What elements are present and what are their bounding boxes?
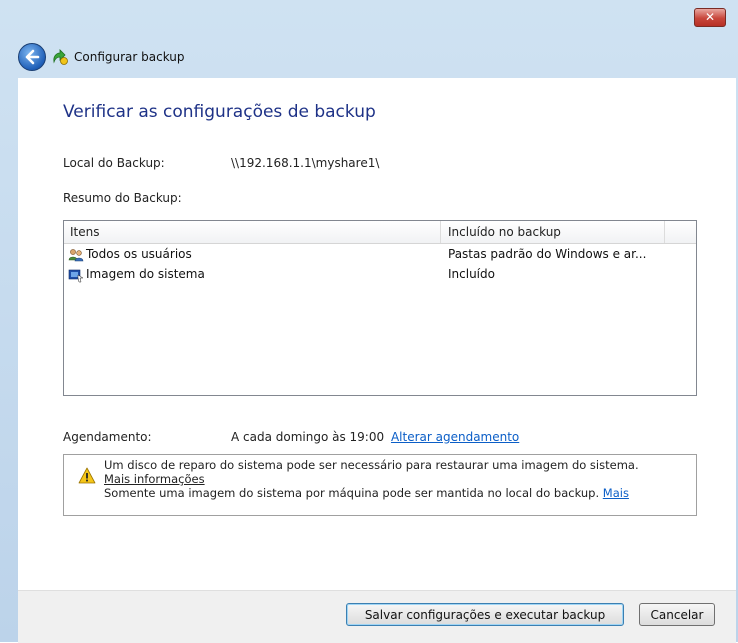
more-link[interactable]: Mais (603, 486, 629, 500)
column-divider[interactable] (664, 221, 665, 243)
backup-summary-label: Resumo do Backup: (63, 191, 182, 205)
schedule-value: A cada domingo às 19:00 Alterar agendame… (231, 430, 519, 444)
backup-summary-list[interactable]: Itens Incluído no backup Todos os usuári… (63, 220, 697, 396)
wizard-title: Configurar backup (74, 50, 185, 64)
list-header: Itens Incluído no backup (64, 221, 696, 244)
close-button[interactable]: ✕ (694, 8, 726, 27)
dialog-window: ✕ Configurar backup Verificar as configu… (0, 0, 738, 643)
column-header-included[interactable]: Incluído no backup (448, 225, 561, 239)
change-schedule-link[interactable]: Alterar agendamento (391, 430, 519, 444)
list-item[interactable]: Todos os usuários Pastas padrão do Windo… (64, 245, 696, 265)
column-header-items[interactable]: Itens (70, 225, 99, 239)
wizard-nav: Configurar backup (18, 42, 618, 72)
list-item[interactable]: Imagem do sistema Incluído (64, 265, 696, 285)
content-pane: Verificar as configurações de backup Loc… (18, 78, 736, 590)
footer-bar: Salvar configurações e executar backup C… (18, 590, 736, 643)
warning-box: Um disco de reparo do sistema pode ser n… (63, 454, 697, 516)
page-heading: Verificar as configurações de backup (63, 102, 376, 122)
item-name: Todos os usuários (86, 247, 192, 261)
item-name: Imagem do sistema (86, 267, 205, 281)
item-included: Incluído (448, 267, 495, 281)
warning-line-2-text: Somente uma imagem do sistema por máquin… (104, 486, 600, 500)
schedule-label: Agendamento: (63, 430, 152, 444)
title-bar: ✕ (0, 0, 738, 34)
back-arrow-icon (25, 49, 40, 65)
backup-location-label: Local do Backup: (63, 156, 165, 170)
warning-line-1: Um disco de reparo do sistema pode ser n… (104, 458, 639, 472)
cancel-button[interactable]: Cancelar (639, 603, 715, 626)
save-and-run-backup-button[interactable]: Salvar configurações e executar backup (346, 603, 624, 626)
close-icon: ✕ (704, 10, 716, 24)
backup-icon (53, 49, 68, 65)
column-divider[interactable] (440, 221, 441, 243)
users-icon (68, 249, 84, 262)
item-included: Pastas padrão do Windows e ar... (448, 247, 647, 261)
backup-location-value: \\192.168.1.1\myshare1\ (231, 156, 380, 170)
more-info-link[interactable]: Mais informações (104, 472, 205, 486)
system-image-icon (68, 269, 84, 283)
schedule-text: A cada domingo às 19:00 (231, 430, 385, 444)
back-button[interactable] (18, 43, 46, 71)
warning-line-2: Somente uma imagem do sistema por máquin… (104, 486, 629, 500)
warning-icon (78, 467, 96, 484)
